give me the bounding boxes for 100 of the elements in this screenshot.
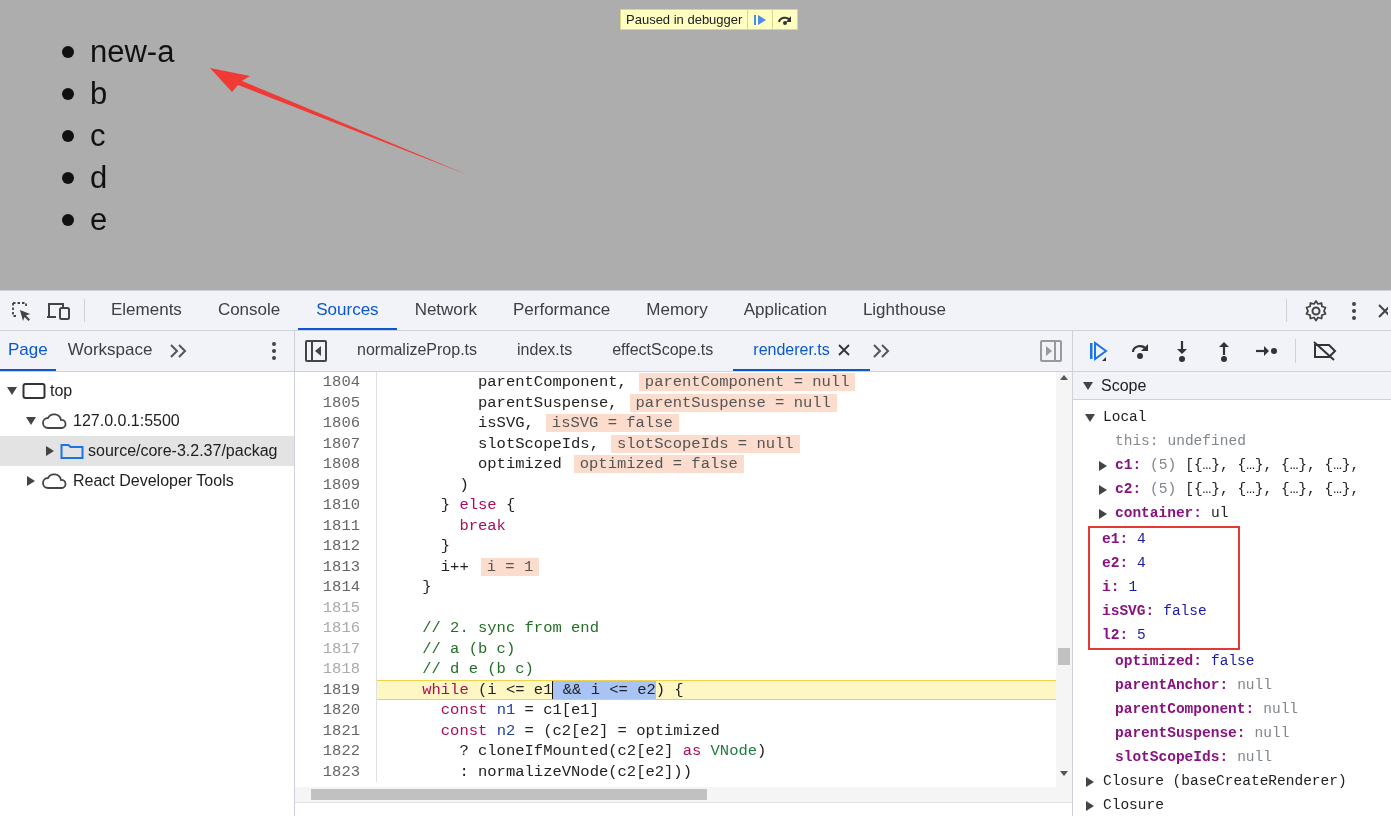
panel-tab[interactable]: Console (199, 291, 299, 330)
file-tab[interactable]: normalizeProp.ts (337, 331, 498, 371)
property-name: parentSuspense: (1115, 724, 1246, 744)
list-item-text: c (90, 116, 106, 155)
disclosure-triangle-icon[interactable] (45, 446, 55, 456)
code-token: as (681, 742, 702, 760)
code-token: while (421, 680, 469, 699)
scope-section[interactable]: Local (1073, 406, 1391, 430)
tree-item-label: 127.0.0.1:5500 (73, 411, 180, 431)
disclosure-triangle-icon[interactable] (1083, 380, 1093, 391)
property-value: [{…}, {…}, {…}, {…}, (1185, 456, 1360, 476)
scrollbar-thumb[interactable] (1058, 648, 1070, 665)
expand-triangle-icon[interactable] (1098, 509, 1108, 519)
panel-tab[interactable]: Lighthouse (844, 291, 965, 330)
scope-section[interactable]: Closure (baseCreateRenderer) (1073, 770, 1391, 794)
folder-icon (60, 442, 84, 460)
bullet-dot (62, 130, 74, 142)
inline-value: parentSuspense = null (629, 393, 837, 412)
property-value: undefined (1167, 432, 1246, 452)
code-token: : normalizeVNode(c2[e2])) (458, 762, 692, 781)
device-icon (46, 300, 72, 321)
line-number[interactable]: 1819 (295, 679, 377, 700)
code-token: // d e (b c) (421, 660, 534, 678)
close-icon[interactable] (837, 344, 850, 356)
disclosure-triangle-icon[interactable] (26, 476, 36, 486)
scrollbar-thumb[interactable] (311, 789, 707, 800)
disclosure-triangle-icon[interactable] (1085, 413, 1095, 423)
property-name: container: (1115, 504, 1202, 524)
inspect-icon (10, 299, 32, 322)
selected-code: && i <= e2 (552, 680, 656, 699)
code-token: (i <= e1 (477, 680, 553, 699)
property-value: null (1237, 748, 1272, 768)
file-tab[interactable]: renderer.ts (733, 331, 870, 371)
sidebar-toggle-icon (1040, 340, 1062, 362)
navigator-tab[interactable]: Page (0, 331, 56, 371)
vertical-scrollbar[interactable] (1056, 372, 1072, 787)
scope-header[interactable]: Scope (1073, 372, 1391, 400)
code-token: ) (458, 475, 469, 494)
scope-section[interactable]: Closure (1073, 794, 1391, 816)
property-name: this: (1115, 432, 1159, 452)
code-token: = (c2[e2] = optimized (523, 721, 720, 740)
panel-tab[interactable]: Application (725, 291, 845, 330)
code-token: = c1[e1] (523, 701, 599, 719)
kebab-icon (1351, 300, 1357, 321)
list-item-text: e (90, 200, 108, 239)
disclosure-triangle-icon[interactable] (26, 416, 36, 426)
property-name: c1: (1115, 456, 1142, 476)
panel-tab[interactable]: Performance (495, 291, 629, 330)
code-token: { (504, 496, 516, 514)
scope-section-name: Local (1103, 408, 1147, 428)
settings-icon (1304, 298, 1328, 323)
code-token: parentComponent, (477, 373, 627, 391)
array-length: (5) (1150, 456, 1177, 476)
kebab-icon (271, 341, 277, 361)
list-item-text: b (90, 74, 108, 113)
code-token: break (458, 516, 506, 535)
navigator-tab[interactable]: Workspace (59, 331, 161, 371)
scope-section-name: Closure (baseCreateRenderer) (1103, 772, 1347, 792)
resume-icon (1087, 340, 1109, 362)
code-token: optimized (477, 455, 562, 473)
sidebar-toggle-icon (305, 340, 327, 362)
disclosure-triangle-icon[interactable] (7, 386, 17, 396)
panel-tab[interactable]: Network (396, 291, 495, 330)
inline-value: parentComponent = null (638, 373, 856, 391)
code-token: // 2. sync from end (421, 619, 599, 637)
code-token: i++ (439, 557, 469, 576)
disclosure-triangle-icon[interactable] (1085, 777, 1095, 787)
property-value: null (1254, 724, 1290, 744)
horizontal-scrollbar[interactable] (295, 787, 1072, 802)
code-token: slotScopeIds, (477, 434, 599, 453)
property-value: 1 (1128, 578, 1138, 598)
property-name: e1: (1102, 530, 1129, 550)
file-tab[interactable]: index.ts (497, 331, 593, 371)
bullet-dot (62, 88, 74, 100)
disclosure-triangle-icon[interactable] (1085, 801, 1095, 811)
frame-icon (22, 382, 46, 400)
inline-value: i = 1 (480, 557, 540, 576)
bullet-dot (62, 172, 74, 184)
code-token: parentSuspense, (477, 393, 618, 412)
code-token: const (439, 701, 488, 719)
code-token: VNode (709, 742, 758, 760)
code-token: } (421, 578, 432, 596)
tree-item[interactable]: React Developer Tools (0, 466, 294, 496)
tree-item[interactable]: source/core-3.2.37/packag (0, 436, 294, 466)
panel-tab[interactable]: Elements (93, 291, 200, 330)
expand-triangle-icon[interactable] (1098, 485, 1108, 495)
double-chevron-icon (871, 343, 892, 359)
code-token: n1 (495, 701, 516, 719)
code-token: // a (b c) (421, 639, 516, 658)
property-name: parentAnchor: (1115, 676, 1229, 696)
file-tab[interactable]: effectScope.ts (592, 331, 734, 371)
property-value: ul (1211, 504, 1229, 524)
code-token: } (439, 537, 451, 555)
panel-tab[interactable]: Memory (628, 291, 726, 330)
tree-item[interactable]: 127.0.0.1:5500 (0, 406, 294, 436)
property-value: [{…}, {…}, {…}, {…}, (1185, 480, 1360, 500)
tree-item-label: top (50, 381, 73, 401)
tree-item[interactable]: top (0, 376, 294, 406)
inline-value: isSVG = false (545, 414, 679, 432)
expand-triangle-icon[interactable] (1098, 461, 1108, 471)
